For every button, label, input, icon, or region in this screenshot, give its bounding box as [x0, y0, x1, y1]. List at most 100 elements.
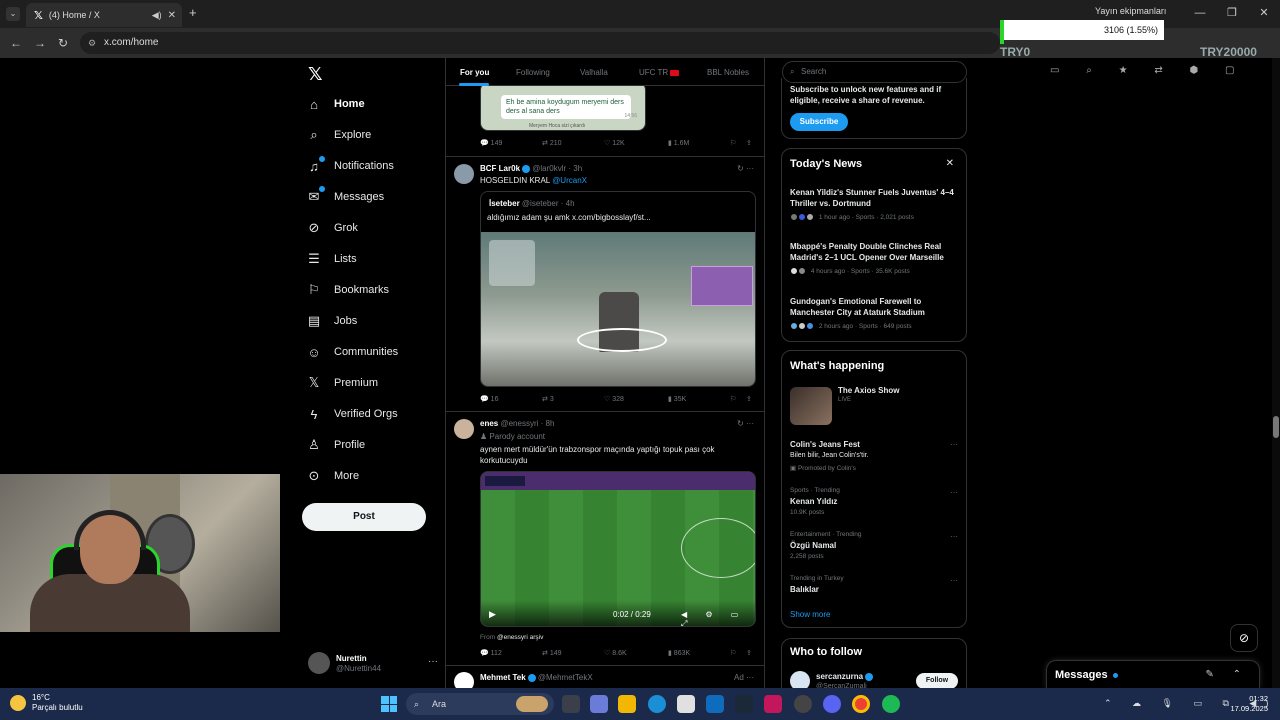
- share-icon[interactable]: ⇪: [746, 395, 752, 403]
- tab-ufc-tr[interactable]: UFC TR: [639, 68, 680, 77]
- nav-communities[interactable]: ☺ Communities: [306, 342, 398, 362]
- mention-link[interactable]: @UrcanX: [552, 176, 587, 185]
- trend-name[interactable]: Özgü Namal: [790, 541, 836, 550]
- like-button[interactable]: ♡ 12K: [604, 139, 625, 147]
- video-tool-icons[interactable]: ◀ ⚙ ▭ ⤢: [681, 610, 755, 626]
- file-explorer-icon[interactable]: [618, 695, 636, 713]
- scrollbar[interactable]: [1272, 58, 1280, 688]
- tab-following[interactable]: Following: [516, 68, 550, 77]
- more-dots-icon[interactable]: ···: [428, 656, 438, 667]
- reply-button[interactable]: 💬 149: [480, 139, 502, 147]
- more-dots-icon[interactable]: ↻ ···: [737, 164, 754, 173]
- promo-title[interactable]: Colin's Jeans Fest: [790, 440, 860, 449]
- clock[interactable]: 01:32 17.09.2025: [1228, 694, 1268, 714]
- bookmark-icon[interactable]: ⚐: [730, 395, 736, 403]
- x-logo-icon[interactable]: 𝕏: [308, 64, 323, 85]
- subscribe-button[interactable]: Subscribe: [790, 113, 848, 131]
- nav-premium[interactable]: 𝕏 Premium: [306, 373, 378, 393]
- nav-verified-orgs[interactable]: ϟ Verified Orgs: [306, 404, 398, 424]
- app-icon[interactable]: [764, 695, 782, 713]
- reply-button[interactable]: 💬 16: [480, 395, 498, 403]
- reload-icon[interactable]: ↻: [58, 36, 68, 50]
- spotify-icon[interactable]: [882, 695, 900, 713]
- retweet-button[interactable]: ⇄ 3: [542, 395, 554, 403]
- nav-profile[interactable]: ♙ Profile: [306, 435, 365, 455]
- avatar[interactable]: [454, 419, 474, 439]
- news-item-title[interactable]: Gundogan's Emotional Farewell to Manches…: [790, 296, 960, 318]
- who-name[interactable]: sercanzurna: [816, 672, 874, 681]
- like-button[interactable]: ♡ 8.6K: [604, 649, 627, 657]
- messages-drawer[interactable]: Messages ✎ ⌃: [1046, 660, 1260, 688]
- like-button[interactable]: ♡ 328: [604, 395, 624, 403]
- back-arrow-icon[interactable]: ←: [10, 36, 22, 50]
- more-dots-icon[interactable]: ···: [950, 532, 958, 541]
- browser-tab[interactable]: 𝕏 (4) Home / X ◀) ✕: [26, 3, 182, 27]
- trend-name[interactable]: Kenan Yıldız: [790, 497, 837, 506]
- trend-name[interactable]: Balıklar: [790, 585, 819, 594]
- tweet3-author[interactable]: Mehmet Tek @MehmetTekX: [480, 673, 593, 682]
- play-icon[interactable]: ▶: [489, 609, 496, 620]
- news-item-title[interactable]: Kenan Yildiz's Stunner Fuels Juventus' 4…: [790, 187, 960, 209]
- address-bar[interactable]: ⚙ x.com/home: [80, 32, 1000, 54]
- chrome-icon[interactable]: [852, 695, 870, 713]
- drawer-icons[interactable]: ✎ ⌃: [1205, 669, 1249, 680]
- follow-button[interactable]: Follow: [916, 673, 958, 689]
- tweet2-author[interactable]: enes @enessyri · 8h: [480, 419, 554, 428]
- speaker-icon[interactable]: ◀): [152, 10, 162, 21]
- tweet2-video[interactable]: ▶ 0:02 / 0:29 ◀ ⚙ ▭ ⤢: [480, 471, 756, 627]
- more-dots-icon[interactable]: ···: [950, 488, 958, 497]
- tweet0-media[interactable]: Eh be amina koydugum meryemi ders ders a…: [480, 82, 646, 131]
- bookmark-icon[interactable]: ⚐: [730, 649, 736, 657]
- retweet-button[interactable]: ⇄ 149: [542, 649, 562, 657]
- axios-title[interactable]: The Axios Show: [838, 386, 900, 395]
- nav-lists[interactable]: ☰ Lists: [306, 249, 356, 269]
- bookmark-icon[interactable]: ⚐: [730, 139, 736, 147]
- views-button[interactable]: ▮ 1.6M: [668, 139, 689, 147]
- windows-start-icon[interactable]: [381, 696, 397, 712]
- edge-icon[interactable]: [648, 695, 666, 713]
- grok-icon[interactable]: ⊘: [1230, 624, 1258, 652]
- more-dots-icon[interactable]: ···: [950, 440, 958, 449]
- maximize-icon[interactable]: ❐: [1216, 0, 1248, 28]
- nav-grok[interactable]: ⊘ Grok: [306, 218, 358, 238]
- axios-thumbnail[interactable]: [790, 387, 832, 425]
- tab-for-you[interactable]: For you: [460, 68, 489, 77]
- tab-search-button[interactable]: ⌄: [6, 7, 20, 21]
- task-view-icon[interactable]: [562, 695, 580, 713]
- weather-widget[interactable]: 16°C Parçalı bulutlu: [10, 693, 83, 713]
- avatar[interactable]: [454, 164, 474, 184]
- extension-icons[interactable]: ▭ ⌕ ★ ⇄ ⬢ ▢: [1050, 65, 1246, 76]
- tab-close-icon[interactable]: ✕: [168, 10, 182, 21]
- steam-icon[interactable]: [735, 695, 753, 713]
- nav-notifications[interactable]: ♫ Notifications: [306, 155, 394, 176]
- show-more-link[interactable]: Show more: [790, 610, 830, 619]
- more-dots-icon[interactable]: ···: [950, 576, 958, 585]
- account-switcher[interactable]: Nurettin @Nurettin44 ···: [308, 652, 438, 678]
- news-item-title[interactable]: Mbappé's Penalty Double Clinches Real Ma…: [790, 241, 960, 263]
- more-dots-icon[interactable]: ↻ ···: [737, 419, 754, 428]
- tweet1-author[interactable]: BCF Lar0k @lar0kvlr · 3h: [480, 164, 582, 173]
- nav-home[interactable]: ⌂ Home: [306, 94, 365, 114]
- taskbar-search[interactable]: ⌕ Ara: [406, 693, 554, 715]
- close-icon[interactable]: ✕: [946, 158, 954, 169]
- minimize-icon[interactable]: —: [1184, 0, 1216, 28]
- nav-more[interactable]: ⊙ More: [306, 466, 360, 486]
- nav-messages[interactable]: ✉ Messages: [306, 186, 384, 207]
- new-tab-button[interactable]: +: [189, 5, 197, 20]
- nav-jobs[interactable]: ▤ Jobs: [306, 311, 357, 331]
- forward-arrow-icon[interactable]: →: [34, 36, 46, 50]
- quoted-tweet[interactable]: İseteber @iseteber · 4h aldığımız adam ş…: [480, 191, 756, 387]
- views-button[interactable]: ▮ 35K: [668, 395, 686, 403]
- share-icon[interactable]: ⇪: [746, 139, 752, 147]
- window-close-icon[interactable]: ✕: [1248, 0, 1280, 28]
- retweet-button[interactable]: ⇄ 210: [542, 139, 562, 147]
- tab-valhalla[interactable]: Valhalla: [580, 68, 608, 77]
- reply-button[interactable]: 💬 112: [480, 649, 502, 657]
- tab-bbl-nobles[interactable]: BBL Nobles: [707, 68, 749, 77]
- discord-icon[interactable]: [823, 695, 841, 713]
- avatar[interactable]: [454, 672, 474, 688]
- share-icon[interactable]: ⇪: [746, 649, 752, 657]
- nav-explore[interactable]: ⌕ Explore: [306, 125, 371, 145]
- post-button[interactable]: Post: [302, 503, 426, 531]
- views-button[interactable]: ▮ 863K: [668, 649, 690, 657]
